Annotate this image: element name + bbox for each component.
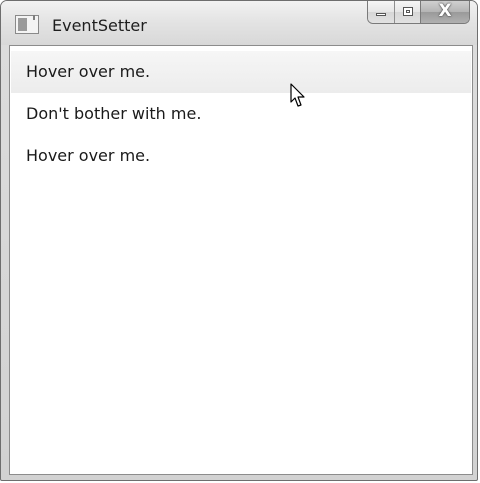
list-item-hover-1[interactable]: Hover over me. bbox=[11, 51, 471, 93]
window-title: EventSetter bbox=[52, 16, 147, 35]
minimize-button[interactable] bbox=[368, 1, 395, 23]
app-icon-stripe bbox=[33, 15, 35, 20]
restore-icon bbox=[403, 7, 413, 16]
minimize-icon bbox=[376, 13, 386, 16]
caption-buttons: X bbox=[367, 1, 470, 24]
list-item-dont-bother[interactable]: Don't bother with me. bbox=[11, 93, 471, 135]
mouse-cursor-icon bbox=[290, 83, 305, 107]
title-bar[interactable]: EventSetter X bbox=[1, 1, 477, 45]
close-button[interactable]: X bbox=[421, 1, 469, 23]
list-item-hover-2[interactable]: Hover over me. bbox=[11, 135, 471, 177]
app-icon[interactable] bbox=[15, 15, 39, 34]
app-window: EventSetter X Hover over me. Don't bothe… bbox=[0, 0, 478, 481]
close-icon: X bbox=[438, 1, 452, 21]
app-icon-panel bbox=[18, 18, 27, 31]
content-area: Hover over me. Don't bother with me. Hov… bbox=[9, 45, 473, 475]
maximize-button[interactable] bbox=[395, 1, 421, 23]
